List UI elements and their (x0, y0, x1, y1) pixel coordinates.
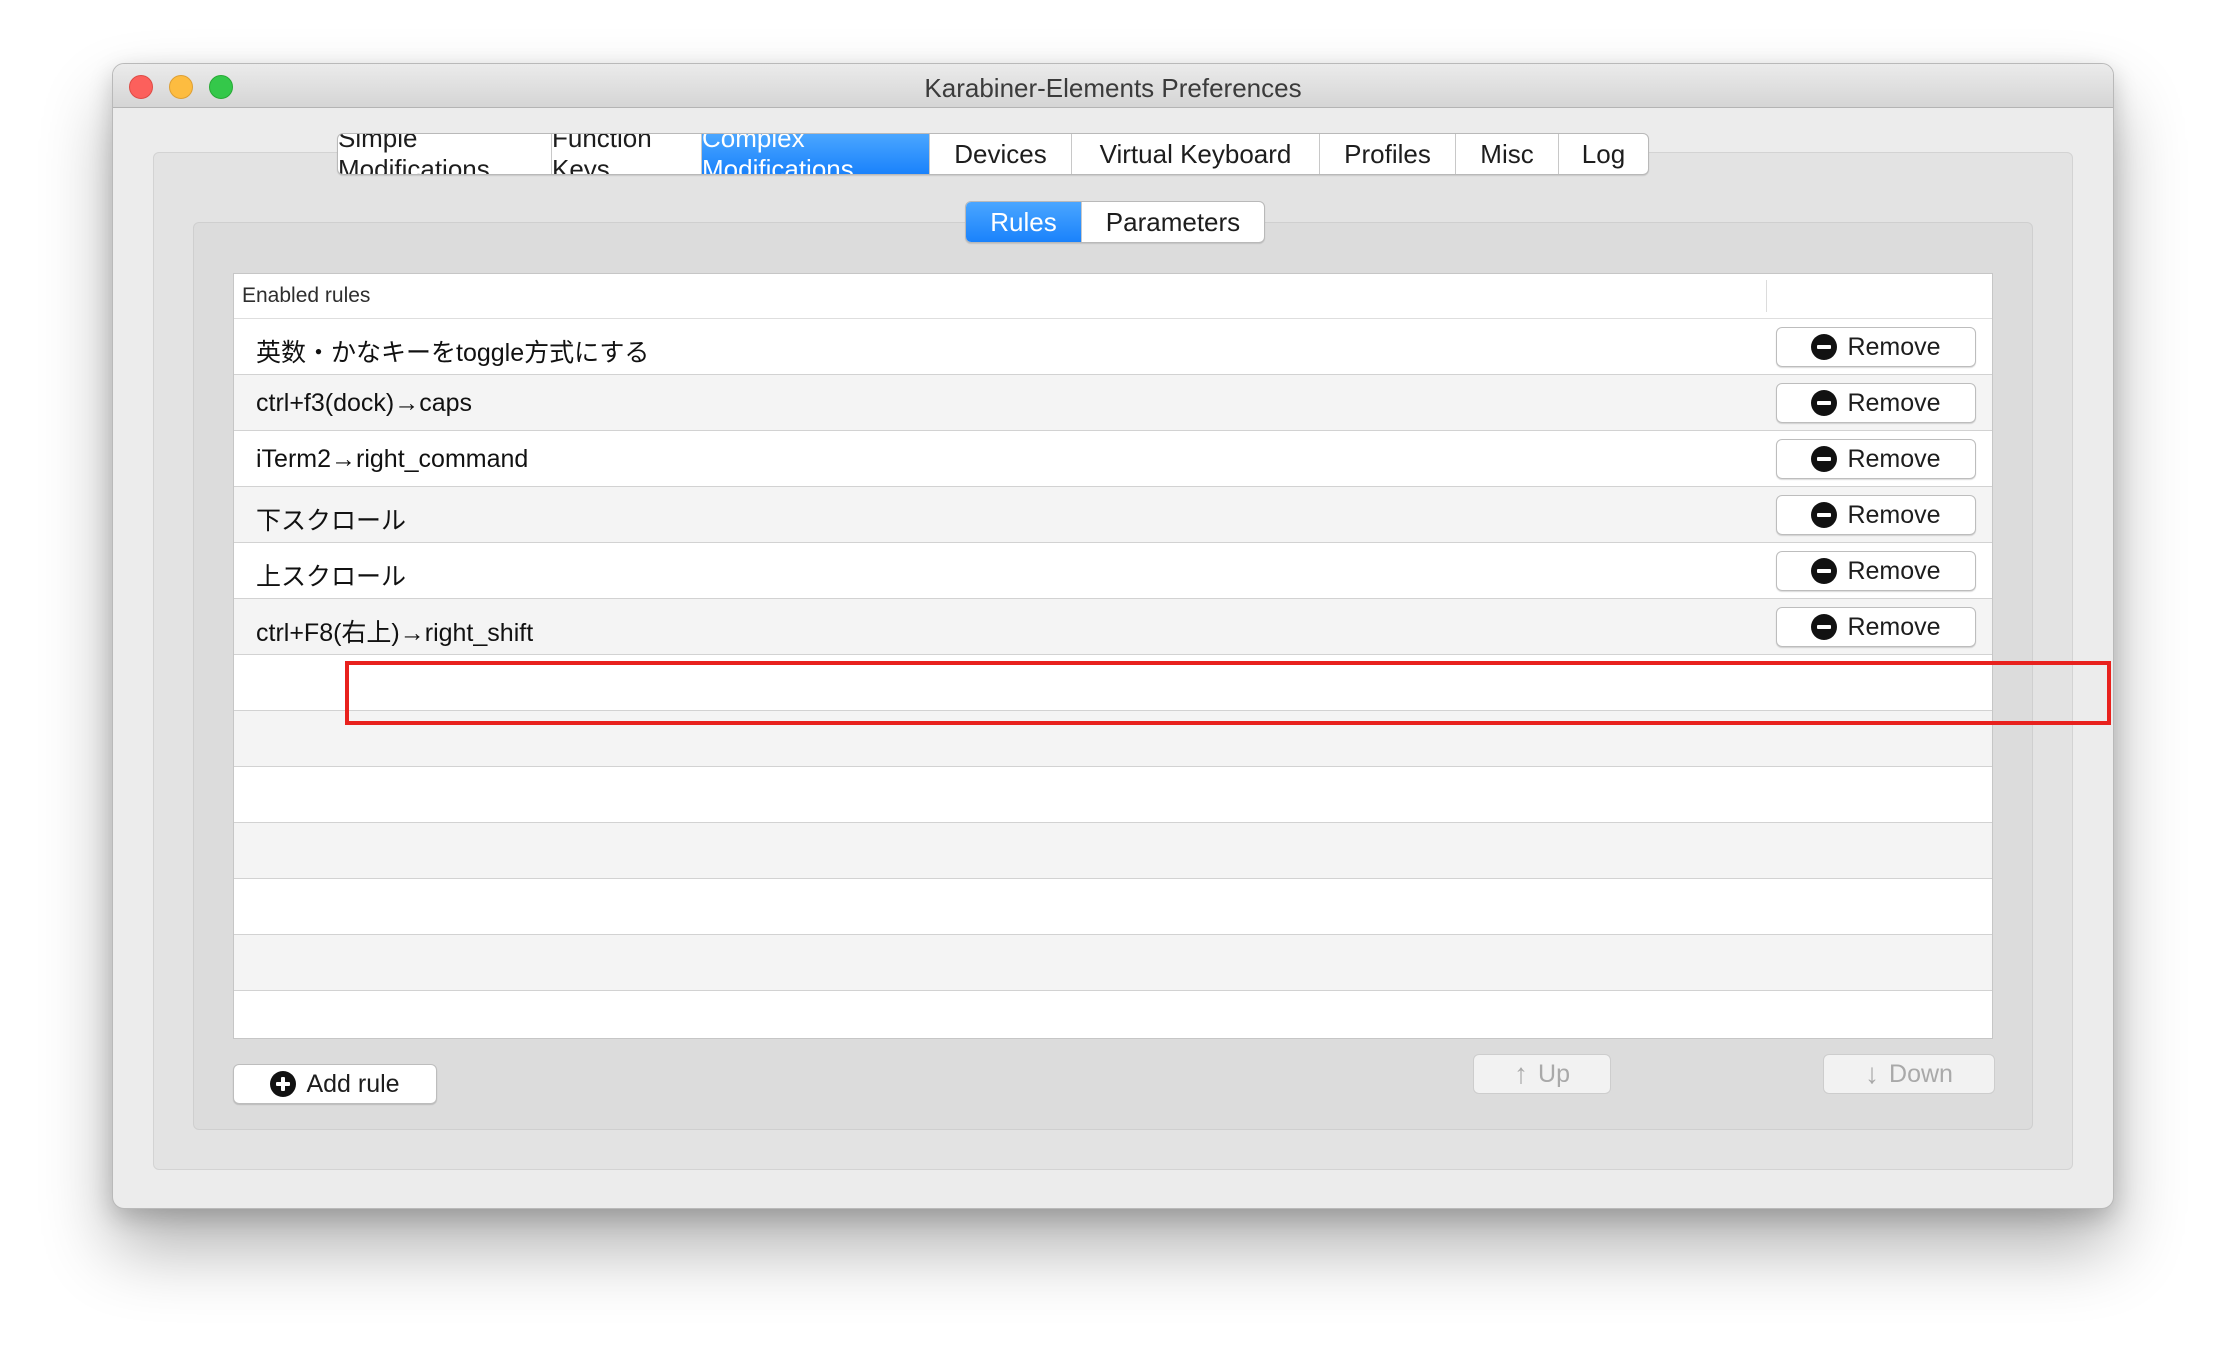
arrow-up-icon: ↑ (1514, 1058, 1529, 1089)
remove-button-label: Remove (1847, 556, 1941, 585)
remove-rule-button[interactable]: Remove (1776, 495, 1976, 535)
main-tab-bar: Simple Modifications Function Keys Compl… (337, 133, 1649, 175)
minus-circle-icon (1811, 334, 1838, 360)
table-row[interactable]: 下スクロール Remove (234, 487, 1992, 543)
empty-row (234, 823, 1992, 879)
tab-simple-modifications[interactable]: Simple Modifications (338, 134, 552, 174)
add-rule-button[interactable]: Add rule (233, 1064, 437, 1104)
tab-devices[interactable]: Devices (930, 134, 1072, 174)
move-up-button[interactable]: ↑ Up (1473, 1054, 1611, 1094)
remove-rule-button[interactable]: Remove (1776, 551, 1976, 591)
table-row[interactable]: iTerm2→right_command Remove (234, 431, 1992, 487)
rule-label: ctrl+F8(右上)→right_shift (256, 619, 534, 647)
plus-circle-icon (270, 1071, 297, 1097)
down-label: Down (1889, 1059, 1953, 1088)
minus-circle-icon (1811, 446, 1838, 472)
table-row[interactable]: ctrl+F8(右上)→right_shift Remove (234, 599, 1992, 655)
title-bar: Karabiner-Elements Preferences (113, 64, 2113, 108)
tab-virtual-keyboard[interactable]: Virtual Keyboard (1072, 134, 1320, 174)
tab-log[interactable]: Log (1559, 134, 1648, 174)
empty-row (234, 655, 1992, 711)
up-label: Up (1538, 1059, 1570, 1088)
move-down-button[interactable]: ↓ Down (1823, 1054, 1995, 1094)
table-row[interactable]: ctrl+f3(dock)→caps Remove (234, 375, 1992, 431)
table-header: Enabled rules (234, 274, 1992, 319)
tab-rules[interactable]: Rules (966, 202, 1082, 242)
rule-label: 上スクロール (256, 563, 407, 591)
remove-button-label: Remove (1847, 500, 1941, 529)
minus-circle-icon (1811, 558, 1838, 584)
table-row[interactable]: 英数・かなキーをtoggle方式にする Remove (234, 319, 1992, 375)
empty-row (234, 711, 1992, 767)
tab-profiles[interactable]: Profiles (1320, 134, 1456, 174)
minus-circle-icon (1811, 502, 1838, 528)
column-divider (1766, 280, 1767, 312)
remove-rule-button[interactable]: Remove (1776, 327, 1976, 367)
remove-rule-button[interactable]: Remove (1776, 607, 1976, 647)
window-title: Karabiner-Elements Preferences (924, 73, 1302, 103)
rule-label: iTerm2→right_command (256, 445, 529, 473)
remove-button-label: Remove (1847, 388, 1941, 417)
rule-label: 英数・かなキーをtoggle方式にする (256, 339, 650, 367)
add-rule-label: Add rule (306, 1069, 400, 1098)
tab-function-keys[interactable]: Function Keys (552, 134, 702, 174)
empty-row (234, 879, 1992, 935)
tab-complex-modifications[interactable]: Complex Modifications (702, 134, 930, 174)
remove-rule-button[interactable]: Remove (1776, 439, 1976, 479)
sub-tab-bar: Rules Parameters (965, 201, 1265, 243)
remove-button-label: Remove (1847, 612, 1941, 641)
tab-parameters[interactable]: Parameters (1082, 202, 1264, 242)
tab-misc[interactable]: Misc (1456, 134, 1559, 174)
table-row[interactable]: 上スクロール Remove (234, 543, 1992, 599)
column-header-enabled-rules: Enabled rules (242, 284, 371, 307)
preferences-window: Karabiner-Elements Preferences Simple Mo… (112, 63, 2114, 1209)
rule-label: 下スクロール (256, 507, 407, 535)
minus-circle-icon (1811, 614, 1838, 640)
empty-row (234, 767, 1992, 823)
empty-row (234, 991, 1992, 1038)
enabled-rules-table: Enabled rules 英数・かなキーをtoggle方式にする Remove… (233, 273, 1993, 1039)
remove-rule-button[interactable]: Remove (1776, 383, 1976, 423)
rule-label: ctrl+f3(dock)→caps (256, 389, 473, 417)
remove-button-label: Remove (1847, 332, 1941, 361)
arrow-down-icon: ↓ (1865, 1058, 1880, 1089)
empty-row (234, 935, 1992, 991)
remove-button-label: Remove (1847, 444, 1941, 473)
minus-circle-icon (1811, 390, 1838, 416)
